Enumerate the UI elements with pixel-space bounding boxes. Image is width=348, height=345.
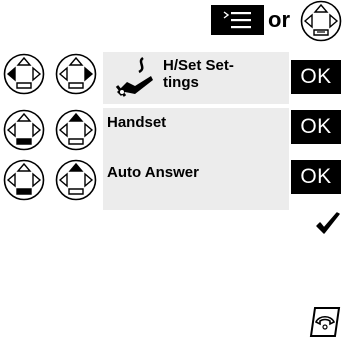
step-label: Handset bbox=[107, 114, 167, 131]
ok-button[interactable]: OK bbox=[291, 60, 341, 94]
control-key-icon[interactable] bbox=[300, 0, 342, 42]
ok-button[interactable]: OK bbox=[291, 160, 341, 194]
step-panel-hset-settings: H/Set Set- tings bbox=[103, 52, 289, 104]
control-key-down-icon[interactable] bbox=[3, 109, 45, 151]
control-key-right-icon[interactable] bbox=[55, 53, 97, 95]
control-key-left-icon[interactable] bbox=[3, 53, 45, 95]
control-key-down-icon[interactable] bbox=[3, 159, 45, 201]
step-label: Auto Answer bbox=[107, 164, 199, 181]
checkmark-icon bbox=[316, 212, 340, 234]
control-key-up-icon[interactable] bbox=[55, 109, 97, 151]
menu-key-icon[interactable] bbox=[211, 5, 264, 35]
ok-button[interactable]: OK bbox=[291, 110, 341, 144]
control-key-up-icon[interactable] bbox=[55, 159, 97, 201]
step-panel-handset: Handset bbox=[103, 108, 289, 160]
end-call-key-icon[interactable] bbox=[305, 305, 341, 339]
step-label: H/Set Set- tings bbox=[163, 57, 234, 91]
or-label: or bbox=[268, 7, 290, 32]
step-panel-auto-answer: Auto Answer bbox=[103, 158, 289, 210]
handset-settings-icon bbox=[115, 56, 153, 97]
